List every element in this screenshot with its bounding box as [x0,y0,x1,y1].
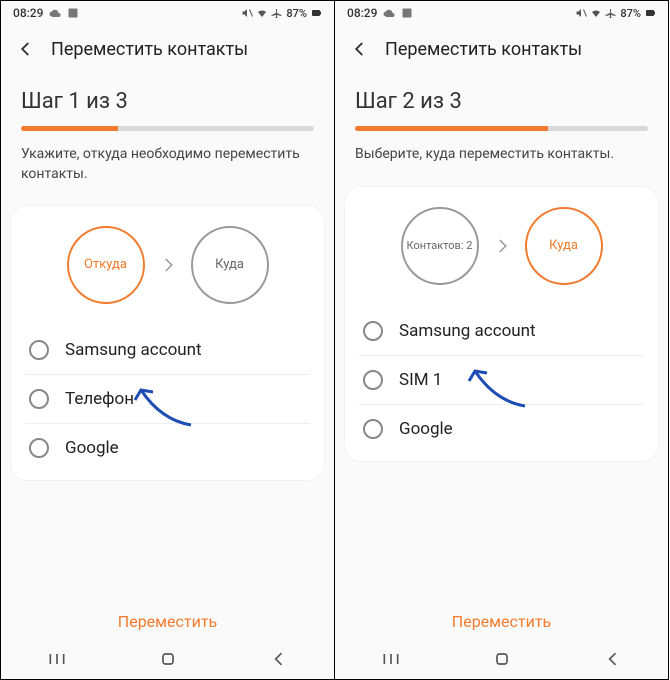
statusbar: 08:29 87% [335,1,668,25]
battery-icon [644,7,656,19]
radio-icon [363,370,383,390]
option-sim1[interactable]: SIM 1 [359,356,644,405]
to-circle-label: Куда [549,238,578,254]
from-circle: Контактов: 2 [401,207,479,285]
chevron-right-icon [159,256,177,274]
move-button[interactable]: Переместить [335,594,668,639]
nav-bar [1,639,334,679]
to-circle: Куда [191,226,269,304]
cloud-icon [383,7,395,19]
nav-bar [335,639,668,679]
from-circle-label: Контактов: 2 [407,239,473,252]
progress-bar [355,126,648,131]
status-time: 08:29 [13,6,43,20]
page-title: Переместить контакты [385,39,582,60]
from-circle: Откуда [67,226,145,304]
option-samsung[interactable]: Samsung account [359,307,644,356]
option-list: Samsung account SIM 1 Google [359,307,644,453]
option-label: Телефон [65,389,134,409]
option-label: Google [399,419,453,439]
option-google[interactable]: Google [359,405,644,453]
nav-back-icon[interactable] [269,649,289,669]
page-title: Переместить контакты [51,39,248,60]
option-phone[interactable]: Телефон [25,375,310,424]
instruction-text: Выберите, куда переместить контакты. [355,145,648,165]
battery-icon [310,7,322,19]
move-button[interactable]: Переместить [1,594,334,639]
chevron-right-icon [493,237,511,255]
from-to-diagram: Откуда Куда [25,226,310,304]
status-battery: 87% [620,7,641,20]
option-samsung[interactable]: Samsung account [25,326,310,375]
recents-icon[interactable] [47,649,67,669]
options-card: Контактов: 2 Куда Samsung account SIM 1 … [345,187,658,461]
progress-fill [355,126,548,131]
recents-icon[interactable] [381,649,401,669]
step-section: Шаг 2 из 3 Выберите, куда переместить ко… [335,73,668,165]
home-icon[interactable] [158,649,178,669]
instruction-text: Укажите, откуда необходимо переместить к… [21,145,314,184]
radio-icon [29,389,49,409]
step-section: Шаг 1 из 3 Укажите, откуда необходимо пе… [1,73,334,184]
mute-icon [575,7,587,19]
radio-icon [29,438,49,458]
from-to-diagram: Контактов: 2 Куда [359,207,644,285]
step-label: Шаг 1 из 3 [21,89,314,114]
step-label: Шаг 2 из 3 [355,89,648,114]
titlebar: Переместить контакты [335,25,668,73]
airplane-icon [271,7,283,19]
image-icon [401,7,413,19]
airplane-icon [605,7,617,19]
phone-screen-1: 08:29 87% Переместить контакты Шаг 1 из … [0,0,335,680]
option-list: Samsung account Телефон Google [25,326,310,472]
progress-bar [21,126,314,131]
image-icon [67,7,79,19]
wifi-icon [256,7,268,19]
radio-icon [29,340,49,360]
mute-icon [241,7,253,19]
statusbar: 08:29 87% [1,1,334,25]
to-circle: Куда [525,207,603,285]
to-circle-label: Куда [215,257,244,273]
back-icon[interactable] [17,40,35,58]
nav-back-icon[interactable] [603,649,623,669]
cloud-icon [49,7,61,19]
radio-icon [363,321,383,341]
from-circle-label: Откуда [84,257,127,273]
options-card: Откуда Куда Samsung account Телефон Goog… [11,206,324,480]
option-label: Samsung account [399,321,536,341]
wifi-icon [590,7,602,19]
home-icon[interactable] [492,649,512,669]
progress-fill [21,126,118,131]
titlebar: Переместить контакты [1,25,334,73]
option-label: Google [65,438,119,458]
status-time: 08:29 [347,6,377,20]
back-icon[interactable] [351,40,369,58]
status-battery: 87% [286,7,307,20]
option-label: Samsung account [65,340,202,360]
phone-screen-2: 08:29 87% Переместить контакты Шаг 2 из … [334,0,669,680]
option-google[interactable]: Google [25,424,310,472]
radio-icon [363,419,383,439]
option-label: SIM 1 [399,370,442,390]
